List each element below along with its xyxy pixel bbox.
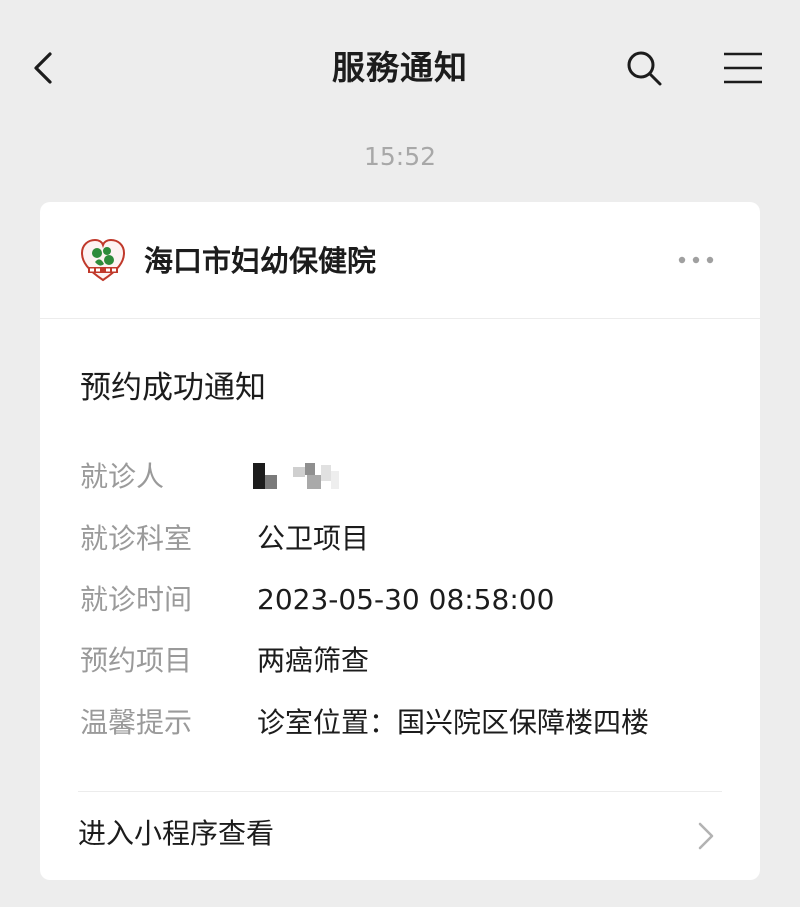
field-label-department: 就诊科室 [80,522,193,555]
menu-icon [724,52,762,84]
redacted-patient-name [253,461,353,495]
field-label-tip: 温馨提示 [80,706,193,739]
field-value-tip: 诊室位置：国兴院区保障楼四楼 [257,706,650,739]
notice-title: 预约成功通知 [80,370,266,406]
search-button[interactable] [620,44,668,92]
field-label-time: 就诊时间 [80,583,193,616]
hospital-name: 海口市妇幼保健院 [144,244,377,278]
field-label-item: 预约项目 [80,644,193,677]
message-timestamp: 15:52 [363,142,437,171]
field-label-patient: 就诊人 [80,460,165,493]
open-mini-program-label: 进入小程序查看 [78,817,275,850]
chevron-right-icon [698,822,714,850]
open-mini-program-link[interactable]: 进入小程序查看 [40,792,760,880]
search-icon [627,51,662,86]
notification-card: 海口市妇幼保健院 预约成功通知 就诊人 就诊科室 公卫项目 就诊时间 2023-… [40,202,760,880]
more-options-button[interactable] [670,242,722,278]
menu-button[interactable] [718,44,768,92]
hospital-logo-icon [78,236,128,286]
field-value-department: 公卫项目 [257,522,370,555]
field-value-item: 两癌筛查 [257,644,370,677]
card-header: 海口市妇幼保健院 [40,202,760,319]
page-title: 服務通知 [332,48,468,87]
nav-bar: 服務通知 [0,0,800,130]
more-dots-icon [678,256,714,264]
field-value-time: 2023-05-30 08:58:00 [257,583,555,616]
